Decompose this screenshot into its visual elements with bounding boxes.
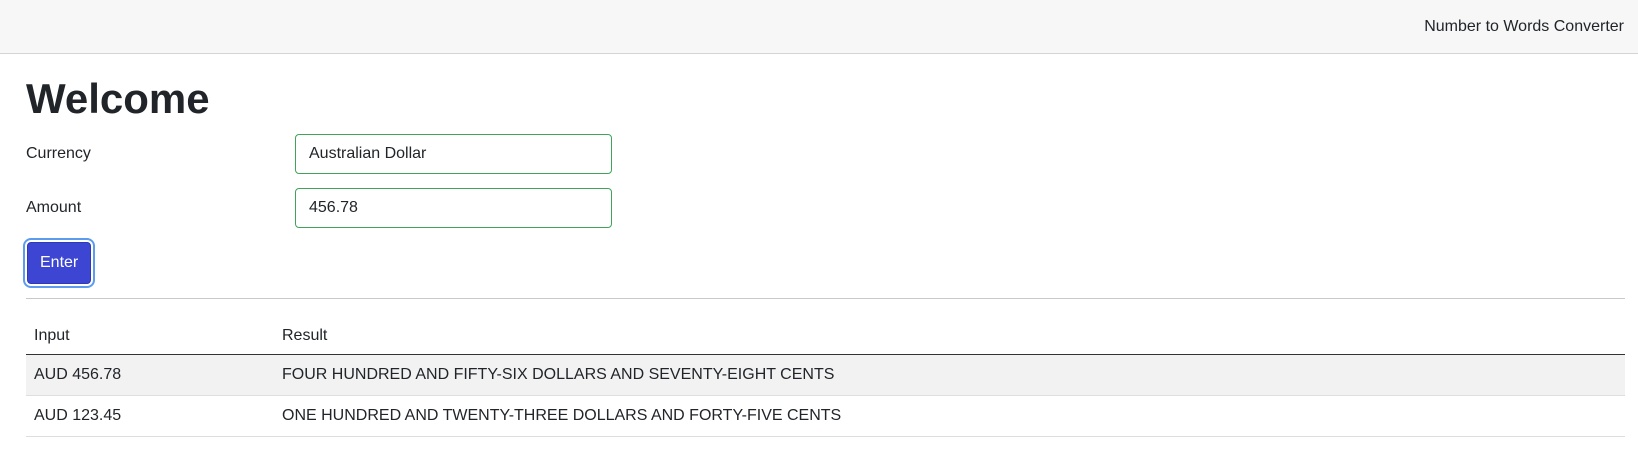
row-input-cell: AUD 456.78	[26, 354, 274, 396]
amount-label: Amount	[26, 199, 82, 216]
table-row: AUD 123.45 ONE HUNDRED AND TWENTY-THREE …	[26, 395, 1625, 437]
row-input-cell: AUD 123.45	[26, 395, 274, 437]
divider	[26, 298, 1625, 299]
page-title: Welcome	[26, 75, 210, 122]
amount-input[interactable]	[295, 188, 612, 228]
table-header-row: Input Result	[26, 318, 1625, 355]
row-result-cell: ONE HUNDRED AND TWENTY-THREE DOLLARS AND…	[274, 395, 1625, 437]
column-header-input: Input	[26, 318, 274, 355]
results-table: Input Result AUD 456.78 FOUR HUNDRED AND…	[26, 318, 1625, 437]
currency-input[interactable]	[295, 134, 612, 174]
currency-label: Currency	[26, 145, 91, 162]
table-row: AUD 456.78 FOUR HUNDRED AND FIFTY-SIX DO…	[26, 354, 1625, 396]
main-content: Welcome Currency Amount Enter Input Resu…	[0, 78, 1638, 437]
results-table-head: Input Result	[26, 318, 1625, 355]
navbar: Number to Words Converter	[0, 0, 1638, 54]
column-header-result: Result	[274, 318, 1625, 355]
row-result-cell: FOUR HUNDRED AND FIFTY-SIX DOLLARS AND S…	[274, 354, 1625, 396]
currency-row: Currency	[26, 134, 1612, 174]
navbar-brand-link[interactable]: Number to Words Converter	[1424, 18, 1624, 36]
results-table-body: AUD 456.78 FOUR HUNDRED AND FIFTY-SIX DO…	[26, 354, 1625, 437]
amount-row: Amount	[26, 188, 1612, 228]
enter-button[interactable]: Enter	[27, 242, 92, 284]
